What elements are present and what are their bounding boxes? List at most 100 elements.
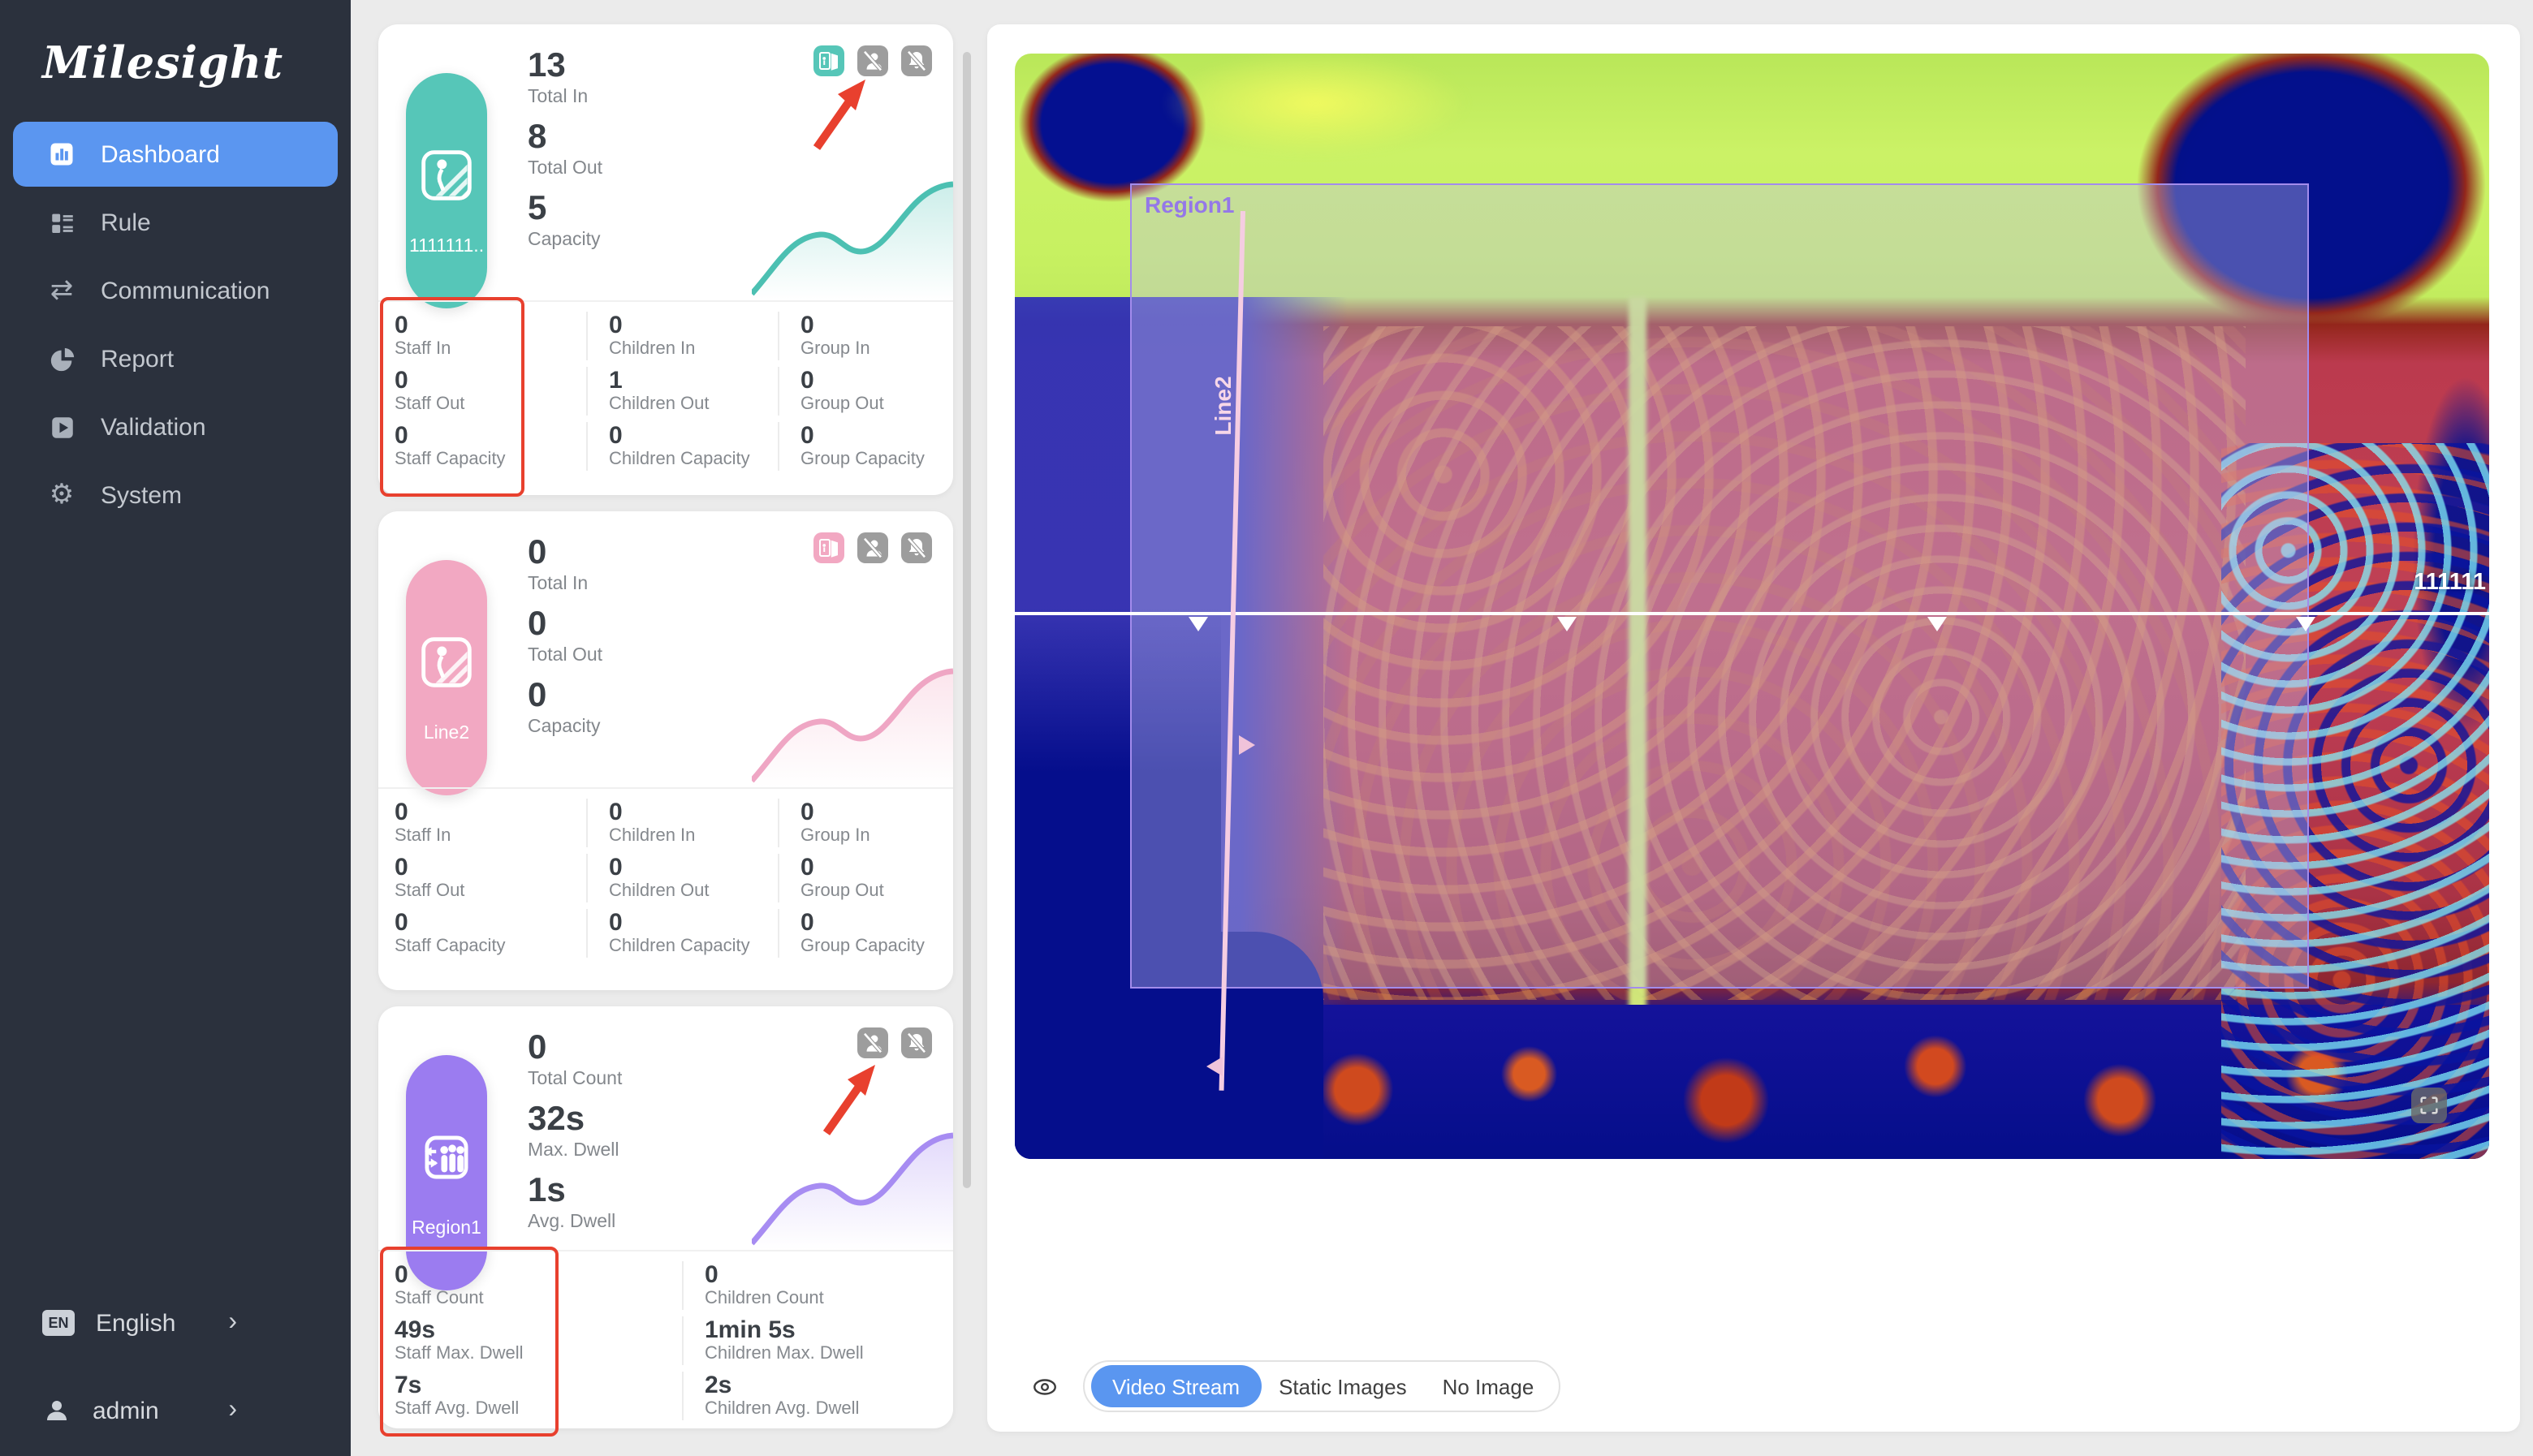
mode-static-images-button[interactable]: Static Images	[1261, 1365, 1425, 1407]
sidebar-item-dashboard[interactable]: Dashboard	[13, 122, 338, 187]
stat-label: Group Capacity	[800, 450, 953, 471]
user-menu[interactable]: admin ›	[0, 1378, 351, 1443]
stat-label: Staff In	[395, 339, 570, 360]
counter-card-region1: Region1 0 Total Count 32s Max. Dwell 1s …	[378, 1006, 953, 1428]
region1-label: Region1	[1145, 192, 1234, 218]
chevron-right-icon: ›	[228, 1308, 237, 1338]
notification-off-button[interactable]	[901, 532, 932, 563]
stat-value: 0	[705, 1261, 953, 1289]
main-stats: 13 Total In 8 Total Out 5 Capacity	[528, 47, 602, 261]
stat-label: Group Out	[800, 394, 953, 416]
sidebar-item-validation[interactable]: Validation	[13, 394, 338, 459]
counting-line-overlay[interactable]	[1015, 612, 2489, 615]
stat-value: 0	[800, 312, 953, 339]
total-out-value: 0	[528, 605, 602, 644]
stat-label: Children In	[609, 826, 762, 847]
stat-value: 0	[609, 909, 762, 937]
detail-stats: 0Staff In 0Staff Out 0Staff Capacity 0 Ch…	[378, 787, 953, 964]
total-in-value: 0	[528, 534, 602, 573]
max-dwell-label: Max. Dwell	[528, 1139, 622, 1162]
system-icon: ⚙	[45, 479, 78, 511]
stat-label: Children Capacity	[609, 450, 762, 471]
capacity-label: Capacity	[528, 716, 602, 739]
sidebar-item-label: System	[101, 481, 182, 509]
stat-label: Group In	[800, 339, 953, 360]
rule-icon	[45, 206, 78, 239]
stat-value: 0	[395, 422, 570, 450]
sidebar-item-report[interactable]: Report	[13, 326, 338, 391]
sidebar-bottom: EN English › admin ›	[0, 1290, 351, 1456]
region1-overlay[interactable]: Region1	[1130, 183, 2309, 989]
language-selector[interactable]: EN English ›	[0, 1290, 351, 1355]
thermal-heatmap-view: Region1 111111 Line2	[1015, 54, 2489, 1159]
stat-label: Staff In	[395, 826, 570, 847]
max-dwell-value: 32s	[528, 1101, 622, 1139]
line-crossing-icon	[419, 148, 474, 211]
staff-detection-off-button[interactable]	[857, 1027, 888, 1058]
sidebar: Milesight Dashboard Rule ⇄ Communication…	[0, 0, 351, 1456]
eye-icon[interactable]	[1031, 1372, 1059, 1400]
annotation-arrow	[797, 70, 875, 157]
line-name: Line2	[424, 724, 469, 743]
detail-stats: 0Staff In 0Staff Out 0Staff Capacity 0Ch…	[378, 300, 953, 477]
video-panel: Region1 111111 Line2 Video Stream Static…	[987, 24, 2520, 1432]
staff-detection-off-button[interactable]	[857, 45, 888, 76]
passby-toggle-button[interactable]	[813, 532, 844, 563]
language-label: English	[96, 1309, 175, 1337]
trend-chart	[752, 174, 953, 300]
children-column: 0Children In 1Children Out 0Children Cap…	[570, 312, 762, 477]
stat-value: 1	[609, 367, 762, 394]
passby-toggle-button[interactable]	[813, 45, 844, 76]
children-column: 0Children In 0Children Out 0Children Cap…	[570, 799, 762, 964]
staff-detection-off-button[interactable]	[857, 532, 888, 563]
notification-off-button[interactable]	[901, 1027, 932, 1058]
trend-chart	[752, 1126, 953, 1250]
stream-controls: Video Stream Static Images No Image	[987, 1360, 2520, 1412]
stat-label: Group Out	[800, 881, 953, 902]
avg-dwell-label: Avg. Dwell	[528, 1211, 622, 1234]
stat-label: Children In	[609, 339, 762, 360]
counter-card-line1: 1111111... 13 Total In 8 Total Out 5 Cap…	[378, 24, 953, 495]
sidebar-item-system[interactable]: ⚙ System	[13, 463, 338, 528]
group-column: 0Group In 0Group Out 0Group Capacity	[762, 312, 953, 477]
staff-column: 0Staff In 0Staff Out 0Staff Capacity	[378, 799, 570, 964]
sidebar-item-rule[interactable]: Rule	[13, 190, 338, 255]
mode-video-stream-button[interactable]: Video Stream	[1091, 1365, 1261, 1407]
stat-value: 0	[395, 312, 570, 339]
notification-off-button[interactable]	[901, 45, 932, 76]
line-badge: 1111111...	[406, 73, 487, 308]
total-count-label: Total Count	[528, 1068, 622, 1091]
main-stats: 0 Total In 0 Total Out 0 Capacity	[528, 534, 602, 748]
sidebar-item-label: Rule	[101, 209, 151, 236]
card-buttons	[857, 1027, 932, 1058]
username-label: admin	[93, 1397, 159, 1424]
sidebar-item-label: Report	[101, 345, 174, 373]
stat-value: 0	[800, 367, 953, 394]
region-people-icon	[419, 1130, 474, 1193]
language-icon: EN	[42, 1310, 75, 1336]
stat-label: Staff Max. Dwell	[395, 1344, 666, 1365]
sidebar-item-communication[interactable]: ⇄ Communication	[13, 258, 338, 323]
scrollbar[interactable]	[963, 52, 971, 1188]
app-root: Milesight Dashboard Rule ⇄ Communication…	[0, 0, 2533, 1456]
line-direction-arrow	[1189, 617, 1208, 631]
total-in-label: Total In	[528, 86, 602, 109]
user-icon	[42, 1396, 71, 1425]
sidebar-item-label: Communication	[101, 277, 270, 304]
sidebar-item-label: Validation	[101, 413, 206, 441]
staff-column: 0Staff Count 49sStaff Max. Dwell 7sStaff…	[378, 1261, 666, 1427]
line2-label: Line2	[1210, 357, 1236, 454]
stat-label: Children Avg. Dwell	[705, 1399, 953, 1420]
capacity-label: Capacity	[528, 229, 602, 252]
stat-label: Children Out	[609, 394, 762, 416]
validation-icon	[45, 411, 78, 443]
total-in-label: Total In	[528, 573, 602, 596]
stat-value: 0	[800, 854, 953, 881]
stat-value: 0	[395, 1261, 666, 1289]
mode-no-image-button[interactable]: No Image	[1425, 1365, 1552, 1407]
fullscreen-button[interactable]	[2411, 1088, 2447, 1123]
total-out-value: 8	[528, 118, 602, 157]
stat-value: 0	[609, 312, 762, 339]
stat-label: Staff Capacity	[395, 450, 570, 471]
stat-value: 0	[395, 367, 570, 394]
